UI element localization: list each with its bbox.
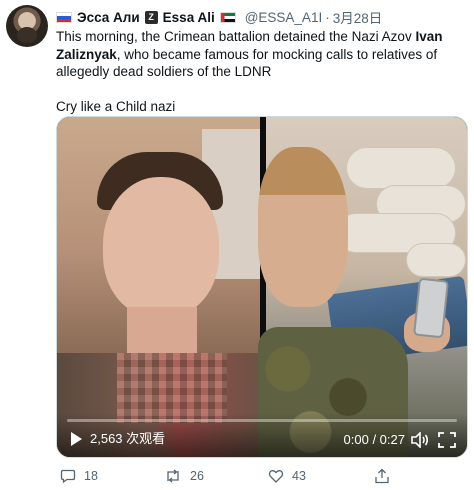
display-name-ru[interactable]: Эсса Али xyxy=(77,10,140,25)
user-handle[interactable]: @ESSA_A1I xyxy=(245,10,323,25)
avatar-beard xyxy=(17,27,37,43)
like-button[interactable]: 43 xyxy=(268,468,306,484)
avatar[interactable] xyxy=(6,5,48,47)
reply-button[interactable]: 18 xyxy=(60,468,98,484)
retweet-button[interactable]: 26 xyxy=(164,468,204,484)
tweet-text-part1: This morning, the Crimean battalion deta… xyxy=(56,29,416,44)
reply-icon xyxy=(60,469,76,484)
share-button[interactable] xyxy=(374,468,390,484)
retweet-icon xyxy=(167,469,179,483)
z-badge-icon: Z xyxy=(144,10,158,24)
video-player[interactable]: 2,563 次观看 0:00 / 0:27 xyxy=(56,116,468,458)
video-frame-right xyxy=(258,117,467,457)
volume-icon[interactable] xyxy=(411,431,429,449)
play-icon[interactable] xyxy=(67,429,85,449)
display-name-en[interactable]: Essa Ali xyxy=(163,10,215,25)
like-icon xyxy=(268,470,284,483)
reply-count: 18 xyxy=(84,469,98,483)
view-count: 2,563 次观看 xyxy=(90,431,166,446)
soldier-head xyxy=(258,147,348,307)
video-frame-left xyxy=(57,117,260,457)
like-count: 43 xyxy=(292,469,306,483)
separator-dot: · xyxy=(325,9,330,25)
video-time: 0:00 / 0:27 xyxy=(343,432,405,447)
flag-ru-icon xyxy=(56,11,72,23)
video-controls: 2,563 次观看 0:00 / 0:27 xyxy=(57,413,467,457)
sandbag xyxy=(406,243,466,277)
retweet-count: 26 xyxy=(190,469,204,483)
face-shape xyxy=(103,177,219,317)
tweet-paragraph: This morning, the Crimean battalion deta… xyxy=(56,28,468,81)
progress-bar[interactable] xyxy=(67,419,457,422)
tweet-line2: Cry like a Child nazi xyxy=(56,99,176,114)
tweet-actions: 18 26 43 xyxy=(56,466,468,486)
share-icon xyxy=(375,468,389,484)
tweet-text: This morning, the Crimean battalion deta… xyxy=(56,28,468,116)
volume-icon-svg xyxy=(411,432,429,448)
tweet-date[interactable]: 3月28日 xyxy=(333,7,383,27)
flag-ae-icon xyxy=(219,11,236,23)
fullscreen-icon-svg xyxy=(438,432,456,448)
fullscreen-icon[interactable] xyxy=(437,431,457,449)
tweet-header: Эсса Али Z Essa Ali @ESSA_A1I · 3月28日 xyxy=(56,8,382,26)
phone-shape xyxy=(413,277,449,339)
sandbag xyxy=(346,147,456,189)
